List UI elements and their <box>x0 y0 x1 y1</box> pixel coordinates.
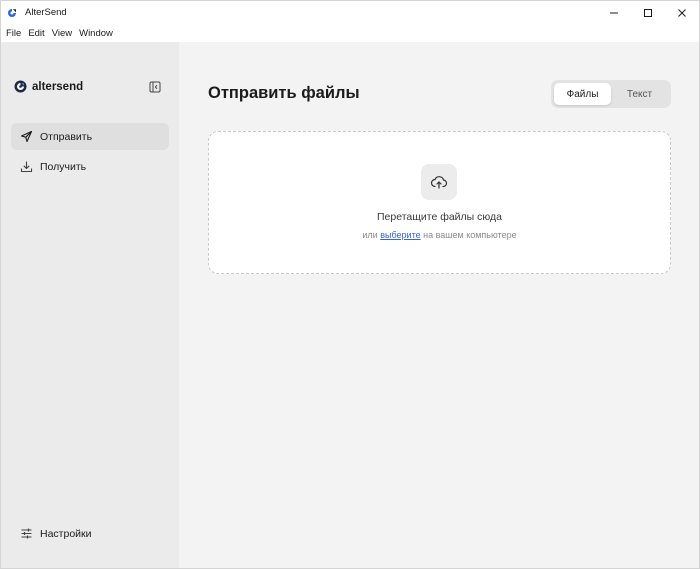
title-bar: AlterSend <box>1 1 699 24</box>
sidebar-collapse-icon <box>149 81 160 92</box>
app-window: AlterSend File Edit View Window altersen… <box>0 0 700 569</box>
tab-files[interactable]: Файлы <box>554 83 611 105</box>
nav-label-receive: Получить <box>40 160 87 173</box>
menu-edit[interactable]: Edit <box>28 28 44 39</box>
nav-item-receive[interactable]: Получить <box>11 153 169 180</box>
maximize-icon <box>644 8 652 17</box>
dropzone-subtitle: или выберите на вашем компьютере <box>209 230 670 240</box>
choose-files-link[interactable]: выберите <box>380 230 420 240</box>
dropzone-sub-prefix: или <box>362 230 378 240</box>
main-content: Отправить файлы Файлы Текст Перетащите ф… <box>179 42 699 568</box>
upload-button[interactable] <box>421 164 457 200</box>
menu-view[interactable]: View <box>52 28 72 39</box>
nav-label-send: Отправить <box>40 130 93 143</box>
tab-text[interactable]: Текст <box>611 83 668 105</box>
app-logo-icon <box>7 8 17 18</box>
close-icon <box>678 8 686 17</box>
window-title: AlterSend <box>25 7 67 18</box>
dropzone-sub-suffix: на вашем компьютере <box>423 230 517 240</box>
menu-bar: File Edit View Window <box>1 24 699 42</box>
file-dropzone[interactable]: Перетащите файлы сюда или выберите на ва… <box>208 131 671 274</box>
sidebar: altersend Отправить Получить Настройки <box>1 42 179 568</box>
menu-window[interactable]: Window <box>79 28 113 39</box>
nav-label-settings: Настройки <box>40 527 92 540</box>
send-icon <box>19 130 33 144</box>
close-button[interactable] <box>665 1 699 24</box>
download-icon <box>19 160 33 174</box>
maximize-button[interactable] <box>631 1 665 24</box>
mode-switch: Файлы Текст <box>551 80 671 108</box>
page-title: Отправить файлы <box>208 84 360 102</box>
brand: altersend <box>14 80 83 93</box>
altersend-logo-icon <box>14 80 27 93</box>
minimize-icon <box>610 12 618 13</box>
nav-item-settings[interactable]: Настройки <box>11 520 169 547</box>
menu-file[interactable]: File <box>6 28 21 39</box>
nav-item-send[interactable]: Отправить <box>11 123 169 150</box>
dropzone-title: Перетащите файлы сюда <box>377 211 502 223</box>
sliders-icon <box>19 527 33 541</box>
cloud-upload-icon <box>430 176 448 189</box>
collapse-sidebar-button[interactable] <box>148 80 161 93</box>
window-controls <box>597 1 699 24</box>
minimize-button[interactable] <box>597 1 631 24</box>
brand-name: altersend <box>32 80 84 93</box>
